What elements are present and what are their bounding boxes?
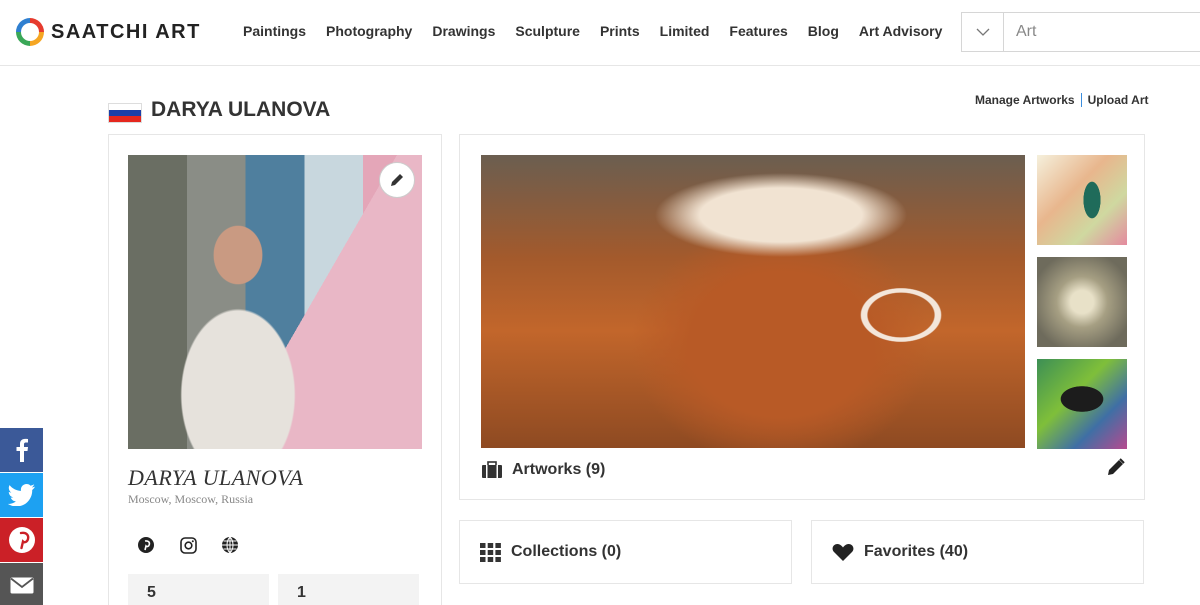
artwork-thumbnail[interactable] (1037, 155, 1127, 245)
nav-paintings[interactable]: Paintings (243, 23, 306, 39)
link-separator (1080, 93, 1082, 107)
favorites-card[interactable]: Favorites (40) (811, 520, 1144, 584)
profile-photo (128, 155, 422, 449)
stat-value: 1 (297, 584, 306, 601)
artworks-link[interactable]: Artworks (9) (481, 461, 605, 479)
manage-links: Manage Artworks Upload Art (975, 93, 1148, 107)
nav-limited[interactable]: Limited (660, 23, 710, 39)
nav-photography[interactable]: Photography (326, 23, 412, 39)
email-share-button[interactable] (0, 563, 43, 605)
stat-value: 5 (147, 584, 156, 601)
profile-location: Moscow, Moscow, Russia (128, 492, 254, 506)
chevron-down-icon (976, 28, 989, 36)
share-bar (0, 428, 43, 605)
nav-features[interactable]: Features (729, 23, 787, 39)
artwork-thumbnail[interactable] (1037, 359, 1127, 449)
grid-icon (480, 542, 501, 562)
pencil-icon (391, 174, 403, 186)
top-navigation-bar: SAATCHI ART Paintings Photography Drawin… (0, 0, 1200, 66)
heart-icon (832, 543, 854, 562)
twitter-share-button[interactable] (0, 473, 43, 517)
pinterest-icon[interactable] (136, 535, 156, 555)
portfolio-icon (481, 461, 503, 479)
profile-name: DARYA ULANOVA (128, 465, 304, 490)
pencil-icon (1108, 458, 1125, 475)
russia-flag-icon (108, 103, 142, 123)
artwork-thumbnail[interactable] (1037, 257, 1127, 347)
nav-art-advisory[interactable]: Art Advisory (859, 23, 943, 39)
facebook-share-button[interactable] (0, 428, 43, 472)
brand-name: SAATCHI ART (51, 20, 201, 43)
stat-box-second[interactable]: 1 (278, 574, 419, 605)
nav-drawings[interactable]: Drawings (432, 23, 495, 39)
facebook-icon (16, 438, 28, 462)
pinterest-share-button[interactable] (0, 518, 43, 562)
stat-box-first[interactable]: 5 (128, 574, 269, 605)
search-input[interactable] (1004, 13, 1200, 51)
edit-artworks-button[interactable] (1106, 457, 1126, 482)
social-links (136, 535, 262, 555)
twitter-icon (7, 484, 35, 506)
saatchi-art-logo[interactable]: SAATCHI ART (16, 18, 201, 46)
instagram-icon[interactable] (178, 535, 198, 555)
collections-card[interactable]: Collections (0) (459, 520, 792, 584)
nav-sculpture[interactable]: Sculpture (515, 23, 580, 39)
artist-heading: DARYA ULANOVA (151, 98, 331, 121)
profile-card: DARYA ULANOVA Moscow, Moscow, Russia 5 1 (108, 134, 442, 605)
featured-artwork-image[interactable] (481, 155, 1025, 448)
email-icon (9, 577, 34, 593)
nav-blog[interactable]: Blog (808, 23, 839, 39)
upload-art-link[interactable]: Upload Art (1088, 93, 1149, 107)
manage-artworks-link[interactable]: Manage Artworks (975, 93, 1075, 107)
search-category-dropdown[interactable] (962, 13, 1004, 51)
favorites-label: Favorites (40) (864, 543, 969, 560)
globe-icon[interactable] (220, 535, 240, 555)
artworks-card: Artworks (9) (459, 134, 1145, 500)
collections-label: Collections (0) (511, 543, 622, 560)
pinterest-icon (8, 527, 35, 553)
nav-prints[interactable]: Prints (600, 23, 640, 39)
main-nav: Paintings Photography Drawings Sculpture… (243, 23, 962, 39)
artworks-label: Artworks (9) (512, 461, 606, 478)
edit-profile-photo-button[interactable] (379, 162, 415, 198)
search-bar (961, 12, 1200, 52)
logo-ring-icon (16, 18, 44, 46)
